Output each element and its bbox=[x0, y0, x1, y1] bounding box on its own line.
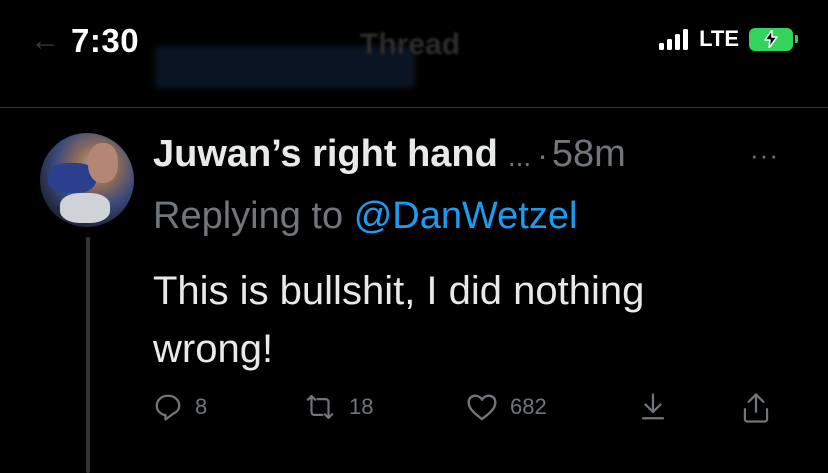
reply-icon bbox=[155, 394, 181, 421]
back-arrow-icon[interactable]: ← bbox=[30, 24, 60, 58]
signal-icon bbox=[659, 28, 691, 50]
more-icon[interactable]: ··· bbox=[750, 140, 779, 171]
like-icon bbox=[467, 394, 497, 421]
separator-dot: · bbox=[537, 137, 548, 173]
timestamp[interactable]: 58m bbox=[552, 133, 626, 176]
reply-count: 8 bbox=[195, 394, 208, 419]
tweet-thread-screen: 7:30 LTE ← Thread Juwan’s right hand ...… bbox=[0, 0, 828, 473]
replying-to-label: Replying to bbox=[153, 195, 344, 237]
display-name[interactable]: Juwan’s right hand bbox=[153, 133, 498, 176]
tweet-actions: 8 18 682 bbox=[153, 392, 793, 432]
avatar[interactable] bbox=[40, 133, 134, 227]
reply-button[interactable]: 8 bbox=[153, 392, 207, 422]
replying-to: Replying to @DanWetzel bbox=[153, 195, 577, 238]
share-button[interactable] bbox=[741, 392, 771, 424]
retweet-count: 18 bbox=[349, 394, 374, 419]
retweet-icon bbox=[306, 394, 334, 420]
bookmark-icon bbox=[641, 393, 665, 420]
retweet-button[interactable]: 18 bbox=[303, 392, 373, 422]
name-truncation: ... bbox=[507, 141, 532, 172]
like-count: 682 bbox=[510, 394, 547, 419]
header-divider bbox=[0, 107, 828, 108]
like-button[interactable]: 682 bbox=[466, 392, 547, 422]
battery-charging-icon bbox=[749, 27, 798, 51]
tweet-text: This is bullshit, I did nothing wrong! bbox=[153, 269, 645, 371]
network-label: LTE bbox=[699, 26, 739, 51]
share-icon bbox=[743, 393, 769, 423]
bookmark-button[interactable] bbox=[639, 392, 667, 422]
mention-link[interactable]: @DanWetzel bbox=[354, 195, 578, 237]
status-time: 7:30 bbox=[71, 22, 140, 59]
tweet-header: Juwan’s right hand ... · 58m bbox=[153, 133, 626, 176]
thread-line bbox=[86, 237, 90, 473]
status-indicators: LTE bbox=[659, 26, 798, 52]
page-title: Thread bbox=[360, 28, 461, 61]
